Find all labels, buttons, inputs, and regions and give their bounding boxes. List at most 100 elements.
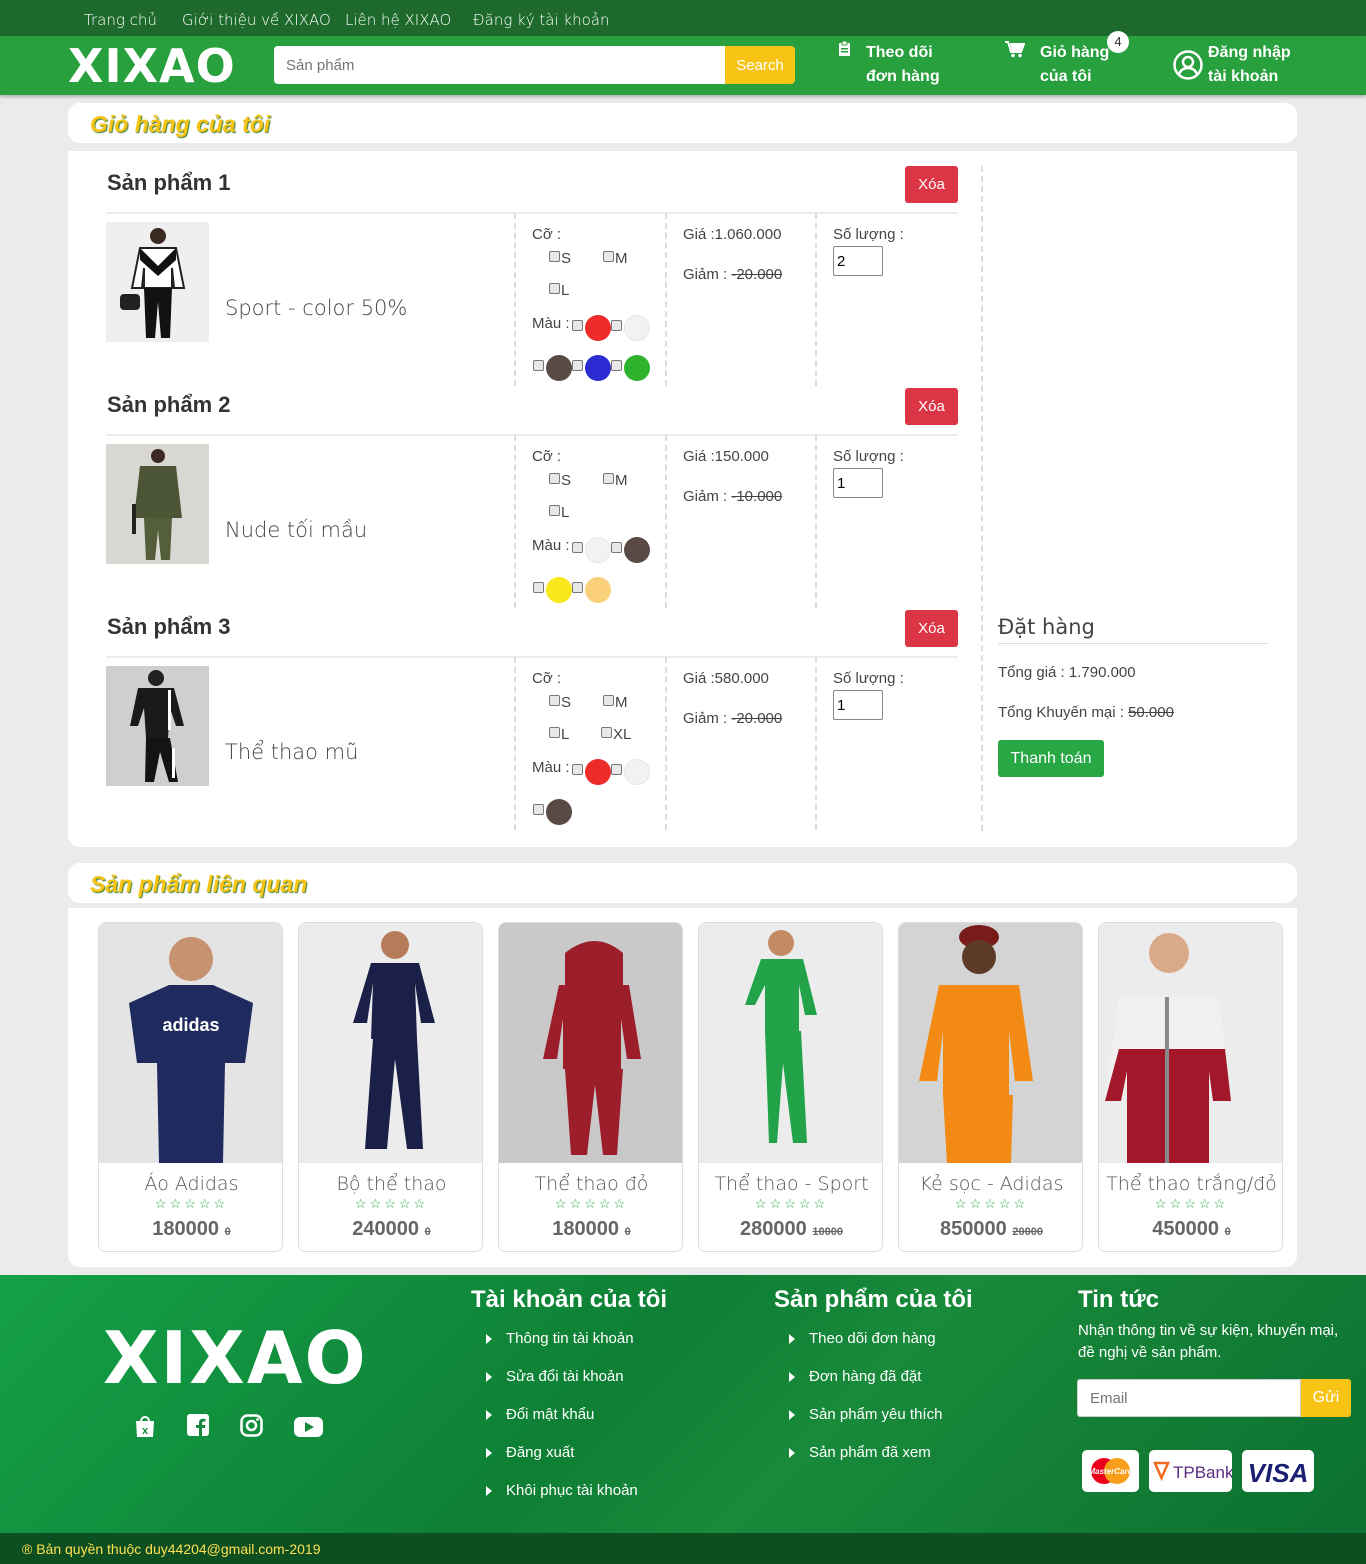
size-checkbox-xl[interactable] [601, 727, 612, 738]
old-price: 10000 [812, 1226, 843, 1238]
size-checkbox-l[interactable] [549, 505, 560, 516]
product-price: 280000 10000 [699, 1218, 882, 1241]
size-checkbox-m[interactable] [603, 695, 614, 706]
footer-logo: XIXAO [103, 1316, 368, 1400]
news-description: Nhận thông tin về sự kiện, khuyến mại, đ… [1078, 1322, 1339, 1361]
instagram-icon[interactable] [240, 1414, 264, 1440]
color-checkbox[interactable] [572, 542, 583, 553]
product-card[interactable]: Thể thao trắng/đỏ ☆☆☆☆☆ 450000 0 [1098, 922, 1283, 1252]
star-rating[interactable]: ☆☆☆☆☆ [899, 1196, 1082, 1212]
nav-link-home[interactable]: Trang chủ [84, 11, 157, 29]
footer-link-ordered[interactable]: Đơn hàng đã đặt [788, 1368, 921, 1385]
search-button[interactable]: Search [725, 46, 795, 84]
star-rating[interactable]: ☆☆☆☆☆ [99, 1196, 282, 1212]
nav-link-about[interactable]: Giới thiệu về XIXAO [182, 11, 331, 29]
track-order-link[interactable]: Theo dõi đơn hàng [866, 41, 940, 89]
color-swatch-white [585, 537, 611, 563]
color-checkbox[interactable] [611, 764, 622, 775]
product-thumbnail[interactable] [106, 444, 209, 564]
quantity-input[interactable] [833, 468, 883, 498]
old-price: 20000 [1012, 1226, 1043, 1238]
color-checkbox[interactable] [533, 582, 544, 593]
color-checkbox[interactable] [611, 320, 622, 331]
product-image[interactable] [499, 923, 682, 1163]
product-image[interactable] [699, 923, 882, 1163]
color-checkbox[interactable] [572, 764, 583, 775]
cart-section-title: Giỏ hàng của tôi [90, 111, 271, 137]
color-checkbox[interactable] [611, 542, 622, 553]
cart-link[interactable]: Giỏ hàng của tôi [1040, 41, 1109, 89]
color-checkbox[interactable] [572, 320, 583, 331]
product-card[interactable]: Thể thao - Sport ☆☆☆☆☆ 280000 10000 [698, 922, 883, 1252]
delete-item-button[interactable]: Xóa [905, 388, 958, 425]
footer-link-viewed[interactable]: Sản phẩm đã xem [789, 1444, 931, 1461]
product-name: Kẻ sọc - Adidas [919, 1173, 1064, 1195]
discount-value: -10.000 [731, 488, 783, 505]
site-logo[interactable]: XIXAO [68, 39, 236, 93]
newsletter-send-button[interactable]: Gửi [1301, 1379, 1351, 1417]
size-checkbox-m[interactable] [603, 473, 614, 484]
footer-link-track-order[interactable]: Theo dõi đơn hàng [789, 1330, 936, 1347]
size-checkbox-l[interactable] [549, 727, 560, 738]
color-checkbox[interactable] [572, 582, 583, 593]
quantity-input[interactable] [833, 246, 883, 276]
delete-item-button[interactable]: Xóa [905, 610, 958, 647]
product-image[interactable] [1099, 923, 1282, 1163]
column-divider [514, 213, 516, 386]
footer-link-logout[interactable]: Đăng xuất [485, 1444, 574, 1461]
item-divider [106, 656, 958, 658]
shopee-icon[interactable]: x [134, 1414, 158, 1440]
product-name: Áo Adidas [144, 1173, 239, 1195]
size-checkbox-s[interactable] [549, 251, 560, 262]
product-thumbnail[interactable] [106, 666, 209, 786]
star-rating[interactable]: ☆☆☆☆☆ [699, 1196, 882, 1212]
size-checkbox-s[interactable] [549, 473, 560, 484]
footer-link-edit-account[interactable]: Sửa đổi tài khoản [486, 1368, 624, 1385]
color-swatch-brown [624, 537, 650, 563]
size-option-xl: XL [613, 726, 632, 743]
product-card[interactable]: Kẻ sọc - Adidas ☆☆☆☆☆ 850000 20000 [898, 922, 1083, 1252]
product-price: 180000 0 [499, 1218, 682, 1241]
product-name: Thể thao mũ [225, 740, 359, 764]
size-label: Cỡ : [532, 448, 562, 465]
size-checkbox-l[interactable] [549, 283, 560, 294]
login-link[interactable]: Đăng nhập tài khoản [1208, 41, 1291, 89]
size-checkbox-m[interactable] [603, 251, 614, 262]
newsletter-email-input[interactable] [1077, 1379, 1301, 1417]
footer-link-recover-account[interactable]: Khôi phục tài khoản [486, 1482, 638, 1499]
checkout-button[interactable]: Thanh toán [998, 740, 1104, 777]
color-checkbox[interactable] [533, 804, 544, 815]
color-checkbox[interactable] [572, 360, 583, 371]
nav-link-contact[interactable]: Liên hệ XIXAO [345, 11, 451, 29]
product-thumbnail[interactable] [106, 222, 209, 342]
footer-link-account-info[interactable]: Thông tin tài khoản [486, 1330, 634, 1347]
delete-item-button[interactable]: Xóa [905, 166, 958, 203]
product-card[interactable]: Thể thao đỏ ☆☆☆☆☆ 180000 0 [498, 922, 683, 1252]
color-checkbox[interactable] [533, 360, 544, 371]
star-rating[interactable]: ☆☆☆☆☆ [299, 1196, 482, 1212]
nav-link-register[interactable]: Đăng ký tài khoản [473, 11, 610, 29]
track-order-line1: Theo dõi [866, 44, 933, 61]
facebook-icon[interactable] [187, 1414, 211, 1440]
search-input[interactable] [274, 46, 726, 84]
color-checkbox[interactable] [611, 360, 622, 371]
size-checkbox-s[interactable] [549, 695, 560, 706]
product-card[interactable]: adidas Áo Adidas ☆☆☆☆☆ 180000 0 [98, 922, 283, 1252]
footer-link-favorites[interactable]: Sản phẩm yêu thích [788, 1406, 942, 1423]
product-card[interactable]: Bộ thể thao ☆☆☆☆☆ 240000 0 [298, 922, 483, 1252]
color-swatch-green [624, 355, 650, 381]
price-value: 180000 [552, 1218, 620, 1240]
product-image[interactable] [299, 923, 482, 1163]
cart-item-title: Sản phẩm 3 [107, 614, 231, 639]
product-image[interactable] [899, 923, 1082, 1163]
star-rating[interactable]: ☆☆☆☆☆ [499, 1196, 682, 1212]
item-discount: Giảm : -20.000 [683, 266, 782, 283]
quantity-input[interactable] [833, 690, 883, 720]
star-rating[interactable]: ☆☆☆☆☆ [1099, 1196, 1282, 1212]
product-image[interactable]: adidas [99, 923, 282, 1163]
footer-link-change-password[interactable]: Đổi mật khẩu [485, 1406, 594, 1423]
youtube-icon[interactable] [294, 1417, 323, 1443]
login-line2: tài khoản [1208, 68, 1279, 85]
quantity-label: Số lượng : [833, 448, 904, 465]
user-icon [1173, 50, 1203, 85]
